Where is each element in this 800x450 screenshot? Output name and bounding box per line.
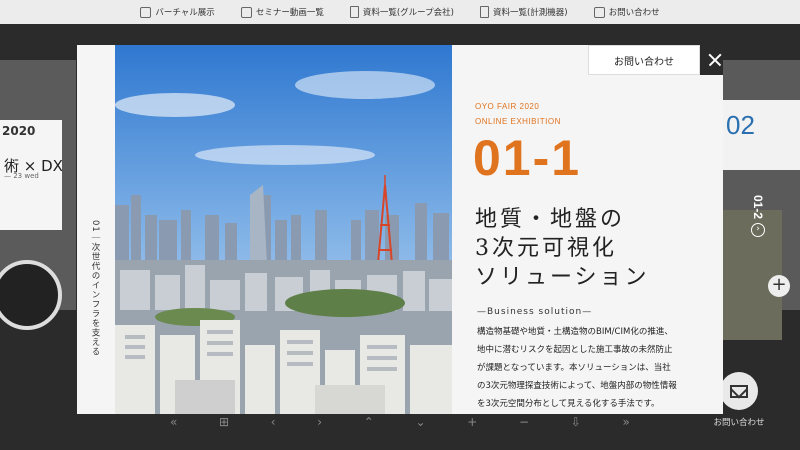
next-icon[interactable]: › bbox=[317, 415, 322, 429]
up-icon[interactable]: ⌃ bbox=[364, 415, 374, 429]
background-left-title: 2020 bbox=[2, 124, 36, 138]
nav-seminar-videos[interactable]: セミナー動画一覧 bbox=[240, 6, 324, 18]
viewer-toolbar: « ⊞ ‹ › ⌃ ⌄ + − ⇩ » bbox=[170, 412, 630, 432]
city-photo bbox=[115, 45, 452, 414]
background-right-panel: 02 bbox=[722, 60, 800, 340]
business-subhead: —Business solution— bbox=[477, 307, 593, 317]
description-text: 構造物基礎や地質・土構造物のBIM/CIM化の推進、地中に潜むリスクを起因とした… bbox=[477, 327, 677, 409]
contact-circle bbox=[720, 372, 758, 410]
next-section-label: 01-2 bbox=[751, 195, 765, 220]
tokyo-skyline-image bbox=[115, 45, 452, 414]
background-left-date: — 23 wed bbox=[4, 172, 39, 180]
document-icon bbox=[349, 6, 359, 18]
title-line: ソリューション bbox=[475, 265, 650, 290]
fair-label: OYO FAIR 2020 ONLINE EXHIBITION bbox=[475, 99, 561, 129]
prev-icon[interactable]: ‹ bbox=[271, 415, 276, 429]
exhibit-modal: 01｜次世代のインフラを支える OYO FAIR 2020 ONLINE EXH… bbox=[77, 45, 723, 414]
modal-content: OYO FAIR 2020 ONLINE EXHIBITION 01-1 地質・… bbox=[473, 45, 723, 414]
fair-line-2: ONLINE EXHIBITION bbox=[475, 117, 561, 126]
section-caption: 01｜次世代のインフラを支える bbox=[90, 220, 100, 357]
last-page-icon[interactable]: » bbox=[623, 415, 630, 429]
nav-docs-instruments[interactable]: 資料一覧(計測機器) bbox=[479, 6, 568, 18]
nav-label: 資料一覧(グループ会社) bbox=[362, 8, 454, 18]
mail-icon bbox=[730, 384, 748, 398]
background-left-panel: 2020 術 × DX — 23 wed bbox=[0, 60, 76, 330]
background-right-number: 02 bbox=[726, 110, 755, 140]
nav-label: 資料一覧(計測機器) bbox=[492, 8, 568, 18]
download-icon[interactable]: ⇩ bbox=[571, 415, 581, 429]
grid-icon[interactable]: ⊞ bbox=[219, 415, 229, 429]
chevron-right-icon: › bbox=[751, 223, 765, 238]
close-icon[interactable] bbox=[700, 45, 723, 75]
nav-docs-group[interactable]: 資料一覧(グループ会社) bbox=[349, 6, 454, 18]
nav-virtual-exhibit[interactable]: バーチャル展示 bbox=[140, 6, 215, 18]
next-section-button[interactable]: 01-2 › bbox=[748, 195, 768, 238]
nav-label: バーチャル展示 bbox=[155, 8, 215, 18]
down-icon[interactable]: ⌄ bbox=[416, 415, 426, 429]
document-icon bbox=[479, 6, 489, 18]
floating-contact-label: お問い合わせ bbox=[713, 418, 765, 428]
tv-icon bbox=[140, 6, 152, 18]
add-button[interactable]: + bbox=[768, 275, 790, 297]
section-number: 01-1 bbox=[473, 130, 582, 186]
zoom-in-icon[interactable]: + bbox=[467, 415, 477, 429]
nav-label: お問い合わせ bbox=[608, 8, 660, 18]
video-icon bbox=[240, 6, 252, 18]
nav-label: セミナー動画一覧 bbox=[255, 8, 324, 18]
title-line: 3次元可視化 bbox=[475, 236, 617, 261]
zoom-out-icon[interactable]: − bbox=[519, 415, 529, 429]
edit-icon bbox=[593, 6, 605, 18]
top-navigation: バーチャル展示 セミナー動画一覧 資料一覧(グループ会社) 資料一覧(計測機器)… bbox=[0, 0, 800, 24]
title-line: 地質・地盤の bbox=[475, 207, 626, 232]
first-page-icon[interactable]: « bbox=[170, 415, 177, 429]
contact-button[interactable]: お問い合わせ bbox=[588, 45, 700, 75]
fair-line-1: OYO FAIR 2020 bbox=[475, 102, 540, 111]
nav-contact[interactable]: お問い合わせ bbox=[593, 6, 660, 18]
section-title: 地質・地盤の 3次元可視化 ソリューション bbox=[475, 205, 650, 292]
